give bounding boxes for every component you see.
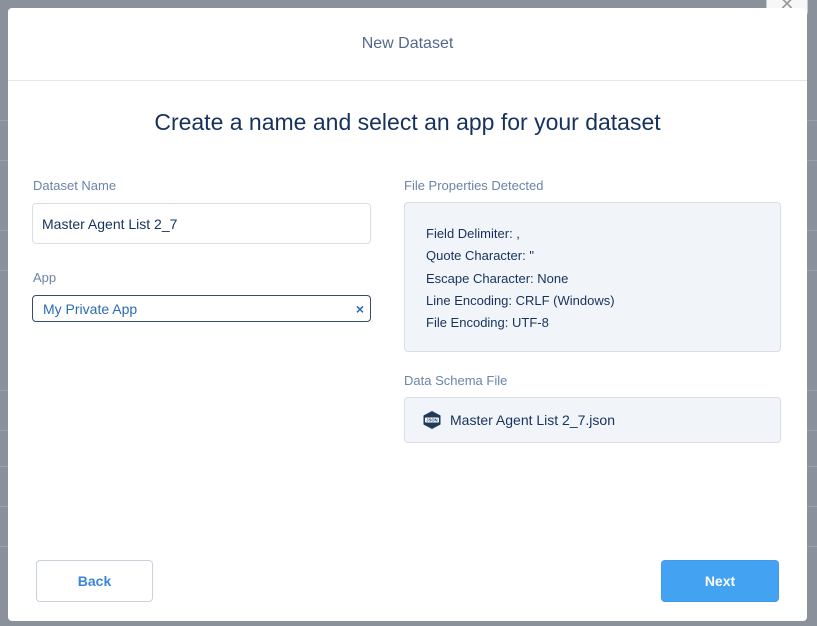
app-select[interactable]: My Private App × bbox=[32, 295, 371, 322]
file-properties-box: Field Delimiter: , Quote Character: " Es… bbox=[404, 202, 781, 352]
property-file-encoding: File Encoding: UTF-8 bbox=[426, 315, 549, 331]
app-value: My Private App bbox=[43, 300, 138, 317]
json-icon-label: JSON bbox=[426, 418, 437, 423]
data-schema-file[interactable]: JSON Master Agent List 2_7.json bbox=[404, 397, 781, 443]
property-quote-character: Quote Character: " bbox=[426, 248, 534, 264]
close-icon[interactable]: × bbox=[356, 301, 364, 317]
data-schema-label: Data Schema File bbox=[404, 373, 508, 388]
new-dataset-modal: New Dataset Create a name and select an … bbox=[8, 8, 807, 621]
modal-title: New Dataset bbox=[361, 35, 454, 52]
dataset-name-label: Dataset Name bbox=[33, 178, 117, 193]
schema-file-name: Master Agent List 2_7.json bbox=[450, 412, 615, 428]
property-escape-character: Escape Character: None bbox=[426, 270, 569, 286]
property-line-encoding: Line Encoding: CRLF (Windows) bbox=[426, 292, 615, 308]
app-label: App bbox=[33, 270, 57, 285]
page-heading: Create a name and select an app for your… bbox=[154, 109, 661, 135]
json-file-icon: JSON bbox=[423, 411, 441, 429]
dataset-name-input[interactable]: Master Agent List 2_7 bbox=[32, 203, 371, 244]
file-properties-label: File Properties Detected bbox=[404, 178, 544, 193]
modal-header: New Dataset bbox=[8, 8, 807, 81]
dataset-name-value: Master Agent List 2_7 bbox=[42, 215, 178, 232]
property-field-delimiter: Field Delimiter: , bbox=[426, 226, 520, 241]
back-button[interactable]: Back bbox=[36, 560, 153, 602]
next-button[interactable]: Next bbox=[661, 560, 779, 602]
